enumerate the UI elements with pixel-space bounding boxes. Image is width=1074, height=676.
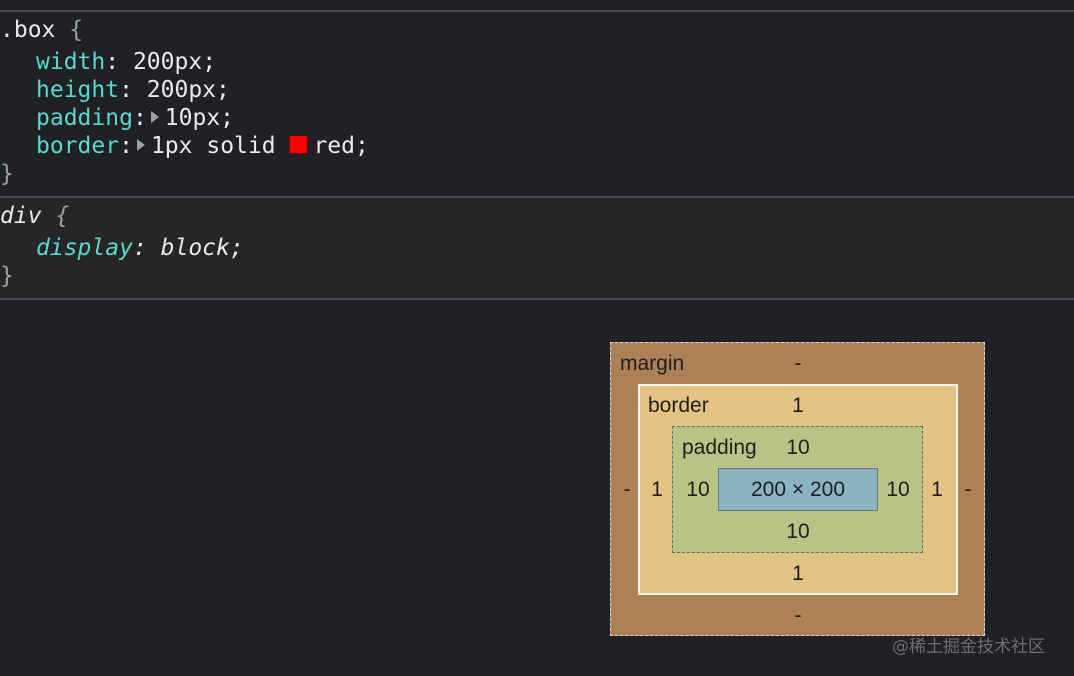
border-right-value[interactable]: 1: [931, 478, 943, 502]
property-name[interactable]: width: [36, 49, 105, 75]
selector[interactable]: div: [0, 203, 42, 229]
padding-left-value[interactable]: 10: [686, 478, 709, 502]
property-name[interactable]: display: [36, 235, 133, 261]
close-brace: }: [0, 263, 14, 289]
property-value[interactable]: 10px;: [165, 105, 234, 131]
margin-top-value[interactable]: -: [795, 352, 802, 376]
padding-right-value[interactable]: 10: [886, 478, 909, 502]
property-value[interactable]: block;: [161, 235, 244, 261]
expand-triangle-icon[interactable]: [150, 110, 159, 123]
border-label: border: [648, 394, 709, 417]
selector[interactable]: .box: [0, 17, 55, 43]
content-size-value[interactable]: 200 × 200: [751, 478, 845, 502]
declaration-padding[interactable]: padding: 10px;: [36, 104, 234, 132]
padding-bottom-value[interactable]: 10: [786, 520, 809, 544]
style-rule-div[interactable]: div { display: block; }: [0, 198, 1074, 298]
style-rule-box[interactable]: .box { width: 200px; height: 200px; padd…: [0, 12, 1074, 196]
color-swatch-icon[interactable]: [289, 135, 309, 154]
declaration-border[interactable]: border: 1px solid red;: [36, 132, 369, 160]
property-name[interactable]: height: [36, 77, 119, 103]
close-brace: }: [0, 161, 14, 187]
property-value[interactable]: 200px;: [133, 49, 216, 75]
margin-bottom-value[interactable]: -: [795, 604, 802, 628]
rule-selector-line: div {: [0, 202, 69, 230]
padding-top-value[interactable]: 10: [786, 436, 809, 460]
property-name[interactable]: padding: [36, 105, 133, 131]
rule-selector-line: .box {: [0, 16, 83, 44]
border-left-value[interactable]: 1: [651, 478, 663, 502]
property-value-suffix[interactable]: red;: [313, 133, 368, 159]
rule-close-line: }: [0, 262, 14, 290]
property-value-prefix[interactable]: 1px solid: [151, 133, 276, 159]
expand-triangle-icon[interactable]: [136, 138, 145, 151]
padding-label: padding: [682, 436, 757, 459]
property-value[interactable]: 200px;: [147, 77, 230, 103]
property-name[interactable]: border: [36, 133, 119, 159]
open-brace: {: [69, 17, 84, 43]
margin-label: margin: [620, 352, 685, 375]
rule-close-line: }: [0, 160, 14, 188]
margin-right-value[interactable]: -: [965, 478, 972, 502]
bottom-divider: [0, 298, 1074, 300]
border-top-value[interactable]: 1: [792, 394, 804, 418]
border-bottom-value[interactable]: 1: [792, 562, 804, 586]
declaration-display[interactable]: display: block;: [36, 234, 244, 262]
declaration-height[interactable]: height: 200px;: [36, 76, 230, 104]
open-brace: {: [55, 203, 70, 229]
watermark: @稀土掘金技术社区: [892, 637, 1045, 657]
margin-left-value[interactable]: -: [624, 478, 631, 502]
declaration-width[interactable]: width: 200px;: [36, 48, 216, 76]
